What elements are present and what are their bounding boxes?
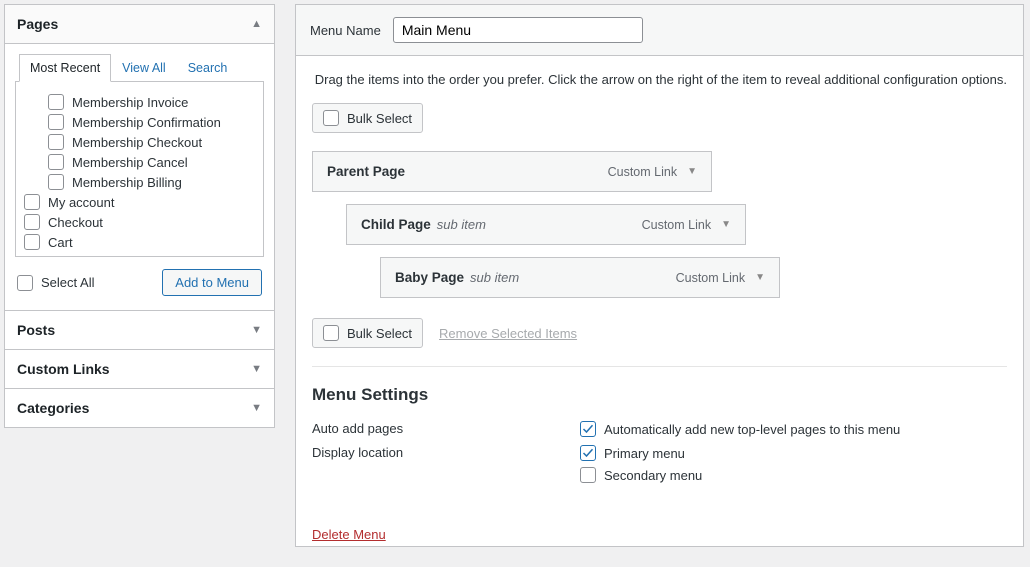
menu-name-bar: Menu Name (296, 5, 1023, 56)
page-item-label: Membership Invoice (72, 95, 188, 110)
accordion-pages-body: Most Recent View All Search Membership I… (5, 44, 274, 310)
page-item-label: My account (48, 195, 114, 210)
main-body: Drag the items into the order you prefer… (296, 56, 1023, 564)
page-item-label: Membership Checkout (72, 135, 202, 150)
main-panel: Menu Name Drag the items into the order … (295, 4, 1024, 547)
settings-row-display: Display location Primary menu Secondary … (312, 441, 1007, 487)
checkbox[interactable] (24, 214, 40, 230)
accordion-posts-title: Posts (17, 322, 55, 338)
menu-name-input[interactable] (393, 17, 643, 43)
bulk-select-bottom[interactable]: Bulk Select (312, 318, 423, 348)
checkbox[interactable] (48, 134, 64, 150)
accordion-custom-links[interactable]: Custom Links ▼ (4, 349, 275, 389)
display-location-label: Display location (312, 445, 580, 483)
tab-search[interactable]: Search (177, 54, 239, 82)
pages-list[interactable]: Membership Invoice Membership Confirmati… (15, 81, 264, 257)
checkbox[interactable] (48, 174, 64, 190)
accordion-custom-links-title: Custom Links (17, 361, 110, 377)
page-item-label: Membership Confirmation (72, 115, 221, 130)
checkbox[interactable] (580, 445, 596, 461)
checkbox[interactable] (48, 114, 64, 130)
auto-add-option-label: Automatically add new top-level pages to… (604, 422, 900, 437)
menu-item-sub: sub item (470, 270, 519, 285)
auto-add-label: Auto add pages (312, 421, 580, 437)
primary-menu-option[interactable]: Primary menu (580, 445, 702, 461)
checkbox[interactable] (24, 234, 40, 250)
chevron-down-icon[interactable]: ▼ (721, 219, 731, 230)
page-item[interactable]: Membership Invoice (24, 92, 255, 112)
secondary-menu-option[interactable]: Secondary menu (580, 467, 702, 483)
page-item[interactable]: Membership Confirmation (24, 112, 255, 132)
accordion-categories[interactable]: Categories ▼ (4, 388, 275, 428)
menu-name-label: Menu Name (310, 23, 381, 38)
bulk-select-label: Bulk Select (347, 111, 412, 126)
chevron-up-icon: ▲ (251, 18, 262, 30)
settings-row-auto-add: Auto add pages Automatically add new top… (312, 417, 1007, 441)
page-item-label: Checkout (48, 215, 103, 230)
checkbox[interactable] (580, 467, 596, 483)
bulk-select-label: Bulk Select (347, 326, 412, 341)
auto-add-option[interactable]: Automatically add new top-level pages to… (580, 421, 900, 437)
tab-view-all[interactable]: View All (111, 54, 177, 82)
page-item[interactable]: Membership Cancel (24, 152, 255, 172)
page-item-label: Membership Billing (72, 175, 182, 190)
menu-item-type: Custom Link (608, 165, 677, 179)
menu-structure: Parent Page Custom Link ▼ Child Page sub i… (312, 151, 1007, 298)
chevron-down-icon: ▼ (251, 324, 262, 336)
menu-settings: Menu Settings Auto add pages Automatical… (312, 385, 1007, 487)
bulk-row-bottom: Bulk Select Remove Selected Items (312, 318, 1007, 348)
delete-menu-link[interactable]: Delete Menu (312, 527, 386, 542)
pages-footer: Select All Add to Menu (15, 257, 264, 296)
checkbox[interactable] (323, 325, 339, 341)
tab-most-recent[interactable]: Most Recent (19, 54, 111, 82)
primary-menu-label: Primary menu (604, 446, 685, 461)
page-item[interactable]: Membership Checkout (24, 132, 255, 152)
intro-text: Drag the items into the order you prefer… (312, 72, 1007, 87)
secondary-menu-label: Secondary menu (604, 468, 702, 483)
menu-item-title: Child Page (361, 217, 431, 232)
checkbox[interactable] (24, 194, 40, 210)
menu-item[interactable]: Baby Page sub item Custom Link ▼ (380, 257, 780, 298)
page-item[interactable]: My account (24, 192, 255, 212)
chevron-down-icon: ▼ (251, 402, 262, 414)
menu-item-type: Custom Link (642, 218, 711, 232)
menu-item[interactable]: Child Page sub item Custom Link ▼ (346, 204, 746, 245)
page-item[interactable]: Checkout (24, 212, 255, 232)
accordion-posts[interactable]: Posts ▼ (4, 310, 275, 350)
accordion-pages: Pages ▲ Most Recent View All Search Memb… (4, 4, 275, 311)
menu-settings-heading: Menu Settings (312, 385, 1007, 405)
menu-item-title: Baby Page (395, 270, 464, 285)
accordion-categories-title: Categories (17, 400, 89, 416)
divider (312, 366, 1007, 367)
checkbox[interactable] (48, 154, 64, 170)
accordion-pages-title: Pages (17, 16, 58, 32)
checkbox[interactable] (17, 275, 33, 291)
select-all-row[interactable]: Select All (17, 273, 94, 293)
chevron-down-icon[interactable]: ▼ (687, 166, 697, 177)
menu-item-type: Custom Link (676, 271, 745, 285)
bulk-select-top[interactable]: Bulk Select (312, 103, 423, 133)
select-all-label: Select All (41, 275, 94, 290)
page-item-label: Cart (48, 235, 73, 250)
menu-item-sub: sub item (437, 217, 486, 232)
sidebar: Pages ▲ Most Recent View All Search Memb… (0, 0, 275, 547)
checkbox[interactable] (580, 421, 596, 437)
page-item[interactable]: Membership Billing (24, 172, 255, 192)
page-item[interactable]: Cart (24, 232, 255, 252)
chevron-down-icon: ▼ (251, 363, 262, 375)
chevron-down-icon[interactable]: ▼ (755, 272, 765, 283)
remove-selected-link[interactable]: Remove Selected Items (439, 326, 577, 341)
checkbox[interactable] (48, 94, 64, 110)
page-item-label: Membership Cancel (72, 155, 188, 170)
pages-tabs: Most Recent View All Search (15, 54, 264, 82)
menu-item[interactable]: Parent Page Custom Link ▼ (312, 151, 712, 192)
accordion-pages-header[interactable]: Pages ▲ (5, 5, 274, 44)
add-to-menu-button[interactable]: Add to Menu (162, 269, 262, 296)
menu-item-title: Parent Page (327, 164, 405, 179)
checkbox[interactable] (323, 110, 339, 126)
